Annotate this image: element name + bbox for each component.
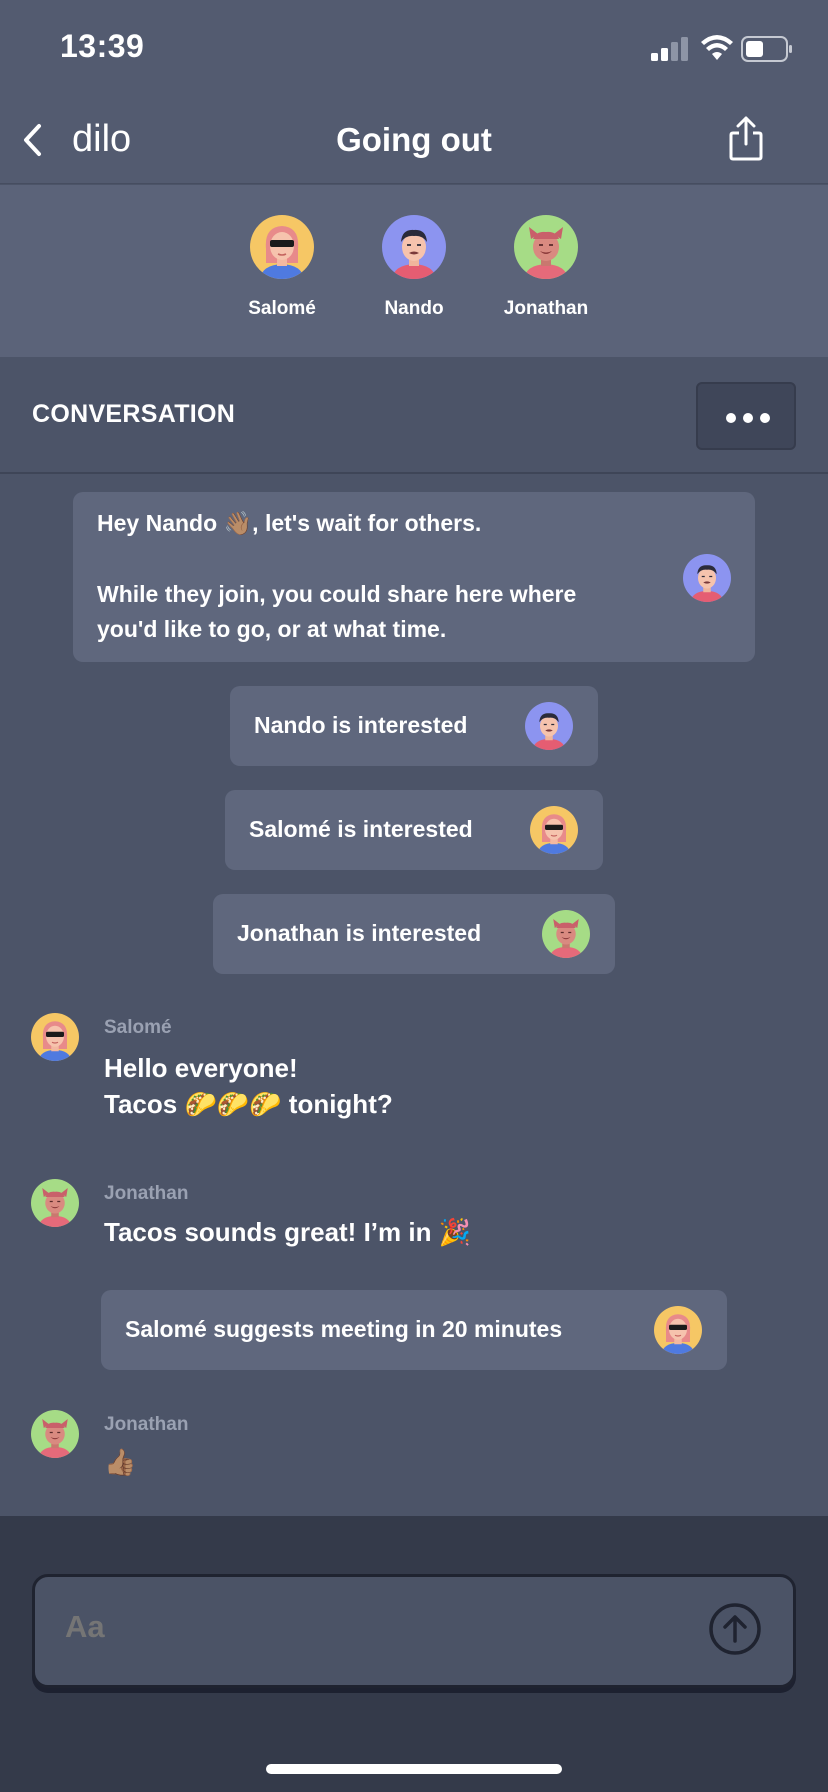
message-text: Hello everyone! Tacos 🌮🌮🌮 tonight? [104,1050,393,1122]
conversation[interactable]: Hey Nando 👋🏽, let's wait for others. Whi… [0,476,828,1516]
event-text: Nando is interested [254,712,468,738]
back-chevron-icon[interactable] [20,122,46,158]
section-title: CONVERSATION [32,400,236,428]
message-line: Tacos 🌮🌮🌮 tonight? [104,1089,393,1119]
share-icon[interactable] [728,114,764,162]
message-line: 👍🏽 [104,1447,137,1477]
send-arrow-icon[interactable] [708,1602,762,1656]
battery-icon [741,36,792,62]
message-author: Salomé [104,1017,172,1038]
message-author: Jonathan [104,1414,189,1435]
participant-name: Salomé [248,298,316,319]
system-message-line: Hey Nando 👋🏽, let's wait for others. [97,510,482,536]
avatar [542,910,590,958]
suggestion-text: Salomé suggests meeting in 20 minutes [125,1316,563,1342]
status-time: 13:39 [60,28,145,64]
avatar [31,1013,79,1061]
more-dots-icon [743,413,753,423]
avatar [382,215,446,279]
section-header: CONVERSATION [0,357,828,474]
event-bubble: Jonathan is interested [213,894,615,974]
event-bubble: Salomé is interested [225,790,603,870]
avatar [250,215,314,279]
nav-bar: dilo Going out [0,100,828,184]
signal-icon [651,37,688,61]
message-text: 👍🏽 [104,1444,136,1480]
event-text: Jonathan is interested [237,920,482,946]
participant-jonathan[interactable]: Jonathan [476,215,616,320]
system-message-line: you'd like to go, or at what time. [97,616,447,642]
wifi-icon [701,35,733,60]
avatar [525,702,573,750]
avatar [683,554,731,602]
message-line: Tacos sounds great! I’m in 🎉 [104,1217,472,1247]
message-line: Hello everyone! [104,1053,298,1083]
participant-salome[interactable]: Salomé [212,215,352,320]
home-indicator[interactable] [266,1764,562,1774]
avatar [530,806,578,854]
avatar [514,215,578,279]
event-text: Salomé is interested [249,816,473,842]
avatar [31,1410,79,1458]
system-message: Hey Nando 👋🏽, let's wait for others. Whi… [73,492,755,662]
more-options-button[interactable] [696,382,796,450]
participant-name: Jonathan [503,298,589,319]
message-composer[interactable] [32,1574,796,1688]
participants-bar: Salomé Nando Jonathan [0,185,828,357]
event-bubble: Nando is interested [230,686,598,766]
more-dots-icon [726,413,736,423]
participant-name: Nando [384,298,444,319]
participant-nando[interactable]: Nando [344,215,484,320]
more-dots-icon [760,413,770,423]
avatar [31,1179,79,1227]
message-author: Jonathan [104,1183,189,1204]
avatar [654,1306,702,1354]
back-label[interactable]: dilo [72,118,131,161]
message-input[interactable] [65,1609,481,1645]
system-message-line: While they join, you could share here wh… [97,581,577,607]
suggestion-bubble[interactable]: Salomé suggests meeting in 20 minutes [101,1290,727,1370]
status-bar: 13:39 [0,0,828,100]
message-text: Tacos sounds great! I’m in 🎉 [104,1214,471,1250]
